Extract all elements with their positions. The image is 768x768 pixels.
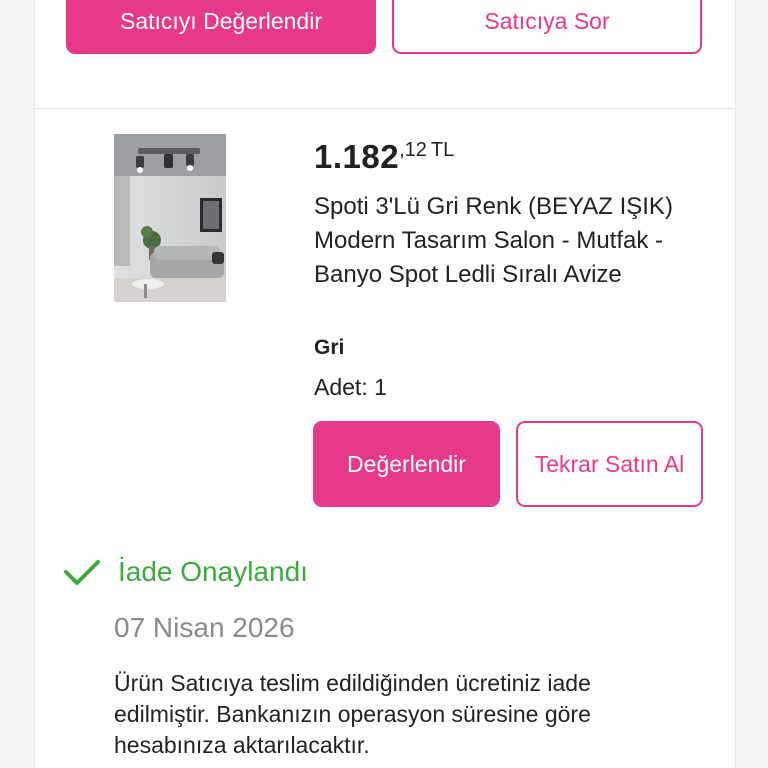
rate-seller-button[interactable]: Satıcıyı Değerlendir [66,0,376,54]
check-icon [64,560,100,585]
product-title[interactable]: Spoti 3'Lü Gri Renk (BEYAZ IŞIK) Modern … [314,190,714,292]
buy-again-button[interactable]: Tekrar Satın Al [516,421,703,507]
quantity-label: Adet: [314,374,368,400]
quantity-value: 1 [374,374,387,400]
ask-seller-button[interactable]: Satıcıya Sor [392,0,702,54]
price-integer: 1.182 [314,138,400,175]
refund-date: 07 Nisan 2026 [114,612,295,643]
product-image[interactable] [114,134,226,302]
price-currency: TL [430,139,455,161]
refund-status: İade Onaylandı [62,556,308,588]
refund-status-text: İade Onaylandı [118,556,308,587]
product-price: 1.182,12 TL [314,138,454,176]
product-photo-icon [114,134,226,302]
product-variant: Gri [314,336,345,359]
section-divider [34,108,734,109]
refund-description: Ürün Satıcıya teslim edildiğinden ücreti… [114,670,591,758]
product-quantity: Adet: 1 [314,374,387,401]
price-decimal: ,12 [399,139,427,161]
rate-product-button[interactable]: Değerlendir [313,421,500,507]
